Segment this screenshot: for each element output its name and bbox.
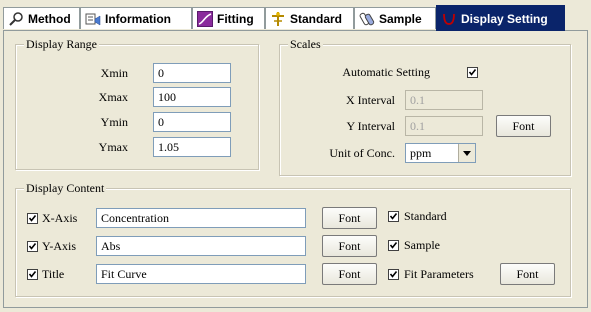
- display-content-title: Display Content: [24, 181, 107, 195]
- ymin-label: Ymin: [100, 115, 128, 129]
- automatic-setting-label: Automatic Setting: [342, 65, 430, 79]
- scales-title: Scales: [288, 37, 323, 51]
- tab-standard[interactable]: Standard: [265, 7, 354, 29]
- tab-strip: Method Information Fitting Standard Samp…: [3, 5, 588, 31]
- unit-of-conc-label: Unit of Conc.: [329, 146, 395, 160]
- scales-group: Scales Automatic Setting X Interval 0.1 …: [279, 37, 571, 176]
- title-label: Title: [42, 267, 65, 281]
- checkmark-icon: [468, 69, 477, 76]
- checkmark-icon: [28, 271, 37, 278]
- ymax-label: Ymax: [98, 140, 128, 154]
- checkmark-icon: [389, 242, 398, 249]
- standard-label: Standard: [404, 209, 447, 223]
- display-range-title: Display Range: [24, 37, 99, 51]
- display-content-group: Display Content X-Axis Concentration Fon…: [15, 181, 571, 297]
- y-interval-field[interactable]: 0.1: [405, 116, 483, 136]
- y-axis-font-button[interactable]: Font: [322, 235, 377, 257]
- tab-standard-label: Standard: [290, 11, 343, 26]
- ymin-field[interactable]: 0: [153, 112, 231, 132]
- magnifier-icon: [9, 11, 23, 26]
- title-font-button[interactable]: Font: [322, 263, 377, 285]
- automatic-setting-checkbox[interactable]: [467, 67, 478, 78]
- x-axis-label: X-Axis: [42, 211, 78, 225]
- x-interval-field[interactable]: 0.1: [405, 90, 483, 110]
- standard-icon: [272, 11, 284, 26]
- x-axis-font-button[interactable]: Font: [322, 207, 377, 229]
- tab-display-setting-label: Display Setting: [461, 11, 548, 26]
- xmax-label: Xmax: [98, 90, 128, 104]
- fit-parameters-checkbox[interactable]: [388, 269, 399, 280]
- xmin-label: Xmin: [100, 66, 128, 80]
- y-interval-label: Y Interval: [346, 119, 395, 133]
- y-axis-label: Y-Axis: [42, 239, 77, 253]
- checkmark-icon: [389, 271, 398, 278]
- unit-of-conc-select[interactable]: ppm: [405, 143, 476, 163]
- fit-parameters-font-button[interactable]: Font: [500, 263, 555, 285]
- standard-checkbox[interactable]: [388, 211, 399, 222]
- scales-font-button[interactable]: Font: [496, 115, 551, 137]
- x-axis-checkbox[interactable]: [27, 213, 38, 224]
- sample-checkbox[interactable]: [388, 240, 399, 251]
- ymax-field[interactable]: 1.05: [153, 137, 231, 157]
- tab-display-setting[interactable]: Display Setting: [436, 5, 565, 31]
- tab-method[interactable]: Method: [3, 7, 80, 29]
- sample-label: Sample: [404, 238, 440, 252]
- title-checkbox[interactable]: [27, 269, 38, 280]
- y-axis-checkbox[interactable]: [27, 241, 38, 252]
- checkmark-icon: [28, 243, 37, 250]
- display-range-group: Display Range Xmin 0 Xmax 100 Ymin 0 Yma…: [15, 37, 259, 170]
- x-axis-field[interactable]: Concentration: [96, 208, 306, 228]
- tab-sample-label: Sample: [379, 11, 422, 26]
- display-setting-icon: [443, 13, 455, 25]
- display-setting-panel: Display Range Xmin 0 Xmax 100 Ymin 0 Yma…: [3, 30, 588, 308]
- fit-parameters-label: Fit Parameters: [404, 267, 474, 281]
- tab-information-label: Information: [105, 11, 171, 26]
- sample-icon: [359, 12, 375, 25]
- tab-sample[interactable]: Sample: [354, 7, 436, 29]
- tab-method-label: Method: [28, 11, 71, 26]
- checkmark-icon: [389, 213, 398, 220]
- y-axis-field[interactable]: Abs: [96, 236, 306, 256]
- title-field[interactable]: Fit Curve: [96, 264, 306, 284]
- information-icon: [85, 13, 101, 25]
- xmin-field[interactable]: 0: [153, 63, 231, 83]
- x-interval-label: X Interval: [346, 93, 395, 107]
- xmax-field[interactable]: 100: [153, 87, 231, 107]
- fitting-curve-icon: [197, 10, 213, 27]
- checkmark-icon: [28, 215, 37, 222]
- chevron-down-icon[interactable]: [458, 144, 475, 162]
- unit-of-conc-value: ppm: [410, 146, 432, 160]
- tab-fitting-label: Fitting: [217, 11, 254, 26]
- tab-information[interactable]: Information: [80, 7, 192, 29]
- tab-fitting[interactable]: Fitting: [192, 7, 265, 29]
